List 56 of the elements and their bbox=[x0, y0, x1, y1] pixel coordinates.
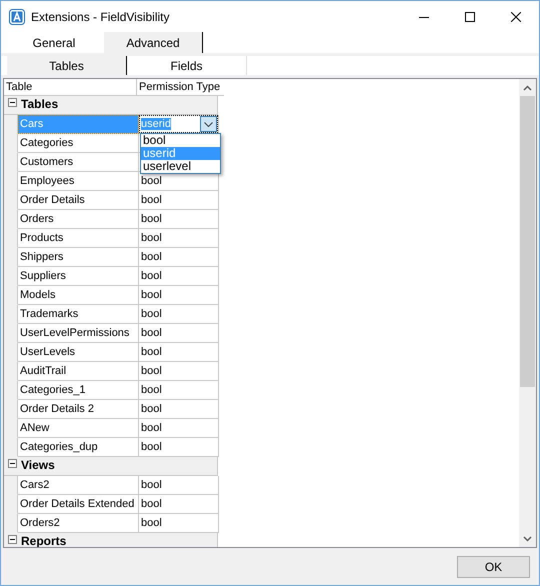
table-cell-text: bool bbox=[141, 194, 162, 206]
scrollbar[interactable] bbox=[519, 79, 536, 547]
table-cell[interactable]: Models bbox=[18, 286, 139, 305]
table-cell[interactable]: Categories_1 bbox=[18, 381, 139, 400]
close-icon bbox=[511, 12, 521, 22]
table-cell-text: bool bbox=[141, 479, 162, 491]
group-label: Views bbox=[21, 459, 55, 472]
table-cell-text: bool bbox=[141, 270, 162, 282]
table-cell[interactable]: UserLevelPermissions bbox=[18, 324, 139, 343]
tab[interactable]: Tables bbox=[7, 56, 127, 75]
table-cell[interactable]: AuditTrail bbox=[18, 362, 139, 381]
table-cell[interactable]: UserLevels bbox=[18, 343, 139, 362]
table-cell-text: bool bbox=[141, 384, 162, 396]
table-cell-text: bool bbox=[141, 213, 162, 225]
window-title: Extensions - FieldVisibility bbox=[31, 8, 170, 26]
table-cell[interactable]: Order Details Extended bbox=[18, 495, 139, 514]
dropdown-option[interactable]: userlevel bbox=[141, 160, 220, 173]
table-cell-text: bool bbox=[141, 441, 162, 453]
chevron-down-icon bbox=[204, 122, 213, 126]
table-cell[interactable]: Customers bbox=[18, 153, 139, 172]
table-cell[interactable]: Categories bbox=[18, 134, 139, 153]
app-icon bbox=[9, 8, 25, 24]
collapse-icon[interactable] bbox=[8, 535, 17, 544]
table-cell[interactable]: Shippers bbox=[18, 248, 139, 267]
table-cell-text: bool bbox=[141, 289, 162, 301]
group-label: Tables bbox=[21, 98, 58, 111]
table-cell[interactable]: Orders bbox=[18, 210, 139, 229]
table-cell-text: bool bbox=[141, 232, 162, 244]
table-cell[interactable]: Suppliers bbox=[18, 267, 139, 286]
table-cell-text: bool bbox=[141, 251, 162, 263]
ok-button[interactable]: OK bbox=[457, 556, 530, 578]
table-cell[interactable]: Trademarks bbox=[18, 305, 139, 324]
table-cell[interactable]: Order Details 2 bbox=[18, 400, 139, 419]
collapse-icon[interactable] bbox=[8, 459, 17, 468]
table-cell[interactable]: ANew bbox=[18, 419, 139, 438]
scrollbar-thumb[interactable] bbox=[520, 96, 535, 387]
table-cell-text: bool bbox=[141, 175, 162, 187]
scroll-down-icon[interactable] bbox=[523, 536, 532, 542]
table-cell[interactable]: Products bbox=[18, 229, 139, 248]
table-cell-text: bool bbox=[141, 517, 162, 529]
table-cell-text: bool bbox=[141, 308, 162, 320]
table-cell-text: bool bbox=[141, 327, 162, 339]
scroll-up-icon[interactable] bbox=[523, 84, 532, 90]
dropdown-button[interactable] bbox=[200, 116, 217, 132]
table-cell[interactable]: Employees bbox=[18, 172, 139, 191]
tab[interactable]: Advanced bbox=[104, 32, 203, 53]
table-cell-text: bool bbox=[141, 403, 162, 415]
dropdown-option[interactable]: bool bbox=[141, 134, 220, 147]
table-cell-text: bool bbox=[141, 498, 162, 510]
table-cell[interactable]: Order Details bbox=[18, 191, 139, 210]
collapse-icon[interactable] bbox=[8, 98, 17, 107]
table-cell-text: bool bbox=[141, 365, 162, 377]
maximize-icon bbox=[465, 12, 475, 22]
table-cell[interactable]: Cars2 bbox=[18, 476, 139, 495]
table-cell-text: bool bbox=[141, 422, 162, 434]
table-cell-text: bool bbox=[141, 346, 162, 358]
